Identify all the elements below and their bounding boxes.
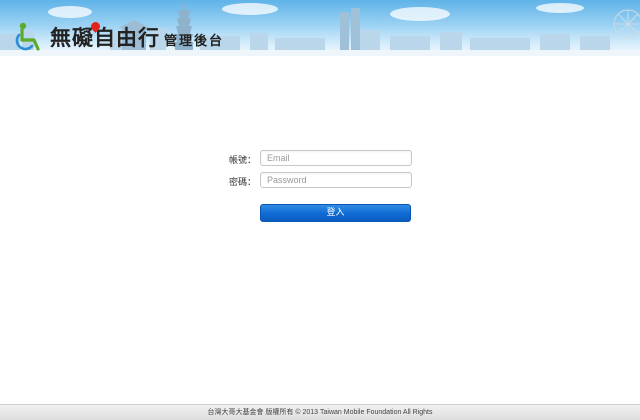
login-button[interactable]: 登入: [260, 204, 411, 222]
password-input[interactable]: [260, 172, 412, 188]
email-input[interactable]: [260, 150, 412, 166]
footer: 台灣大哥大基金會 版權所有 © 2013 Taiwan Mobile Found…: [0, 404, 640, 420]
copyright-text: 台灣大哥大基金會 版權所有 © 2013 Taiwan Mobile Found…: [207, 409, 433, 416]
account-label: 帳號：: [228, 156, 256, 166]
password-label: 密碼：: [228, 178, 256, 188]
login-form: 帳號： 密碼： 登入: [0, 0, 640, 420]
